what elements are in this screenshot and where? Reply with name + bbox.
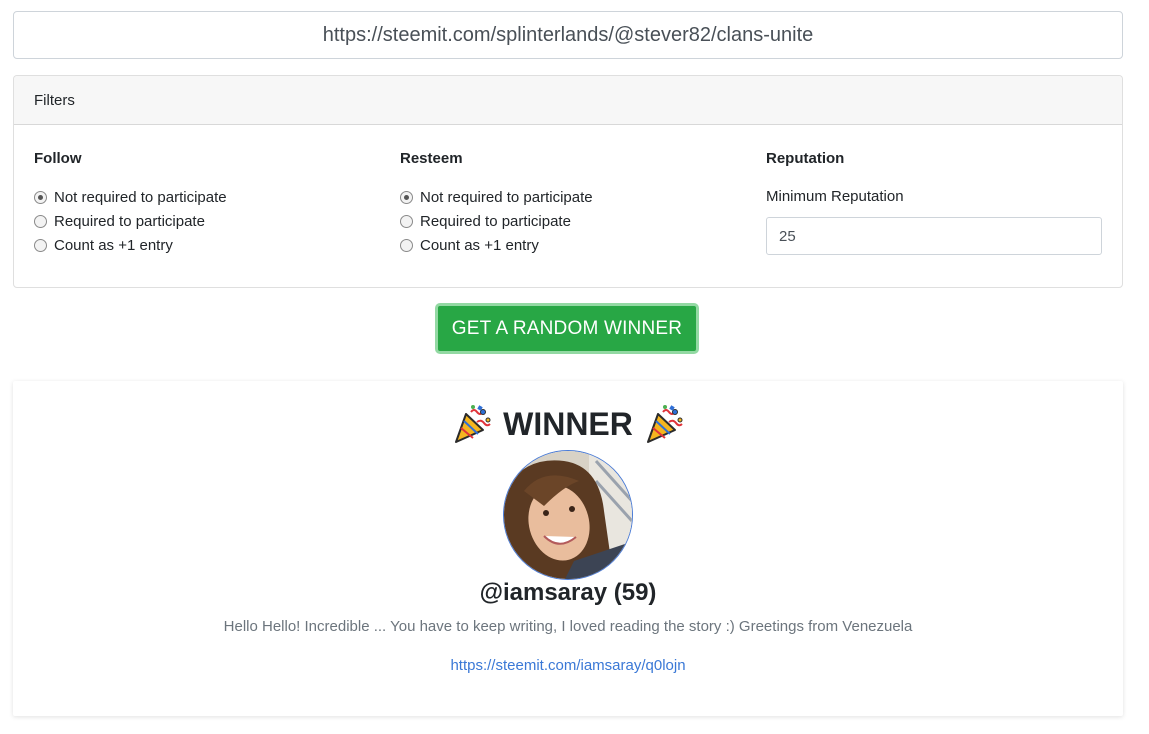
radio-button[interactable] xyxy=(400,190,413,204)
avatar-photo xyxy=(504,451,632,579)
winner-comment-link[interactable]: https://steemit.com/iamsaray/q0lojn xyxy=(450,657,685,674)
winner-link-container: https://steemit.com/iamsaray/q0lojn xyxy=(13,657,1123,674)
radio-button[interactable] xyxy=(400,214,413,228)
radio-button[interactable] xyxy=(400,238,413,252)
party-popper-icon xyxy=(455,405,491,443)
follow-option-label: Not required to participate xyxy=(54,188,227,206)
resteem-option-label: Required to participate xyxy=(420,212,571,230)
follow-option-not-required[interactable]: Not required to participate xyxy=(34,185,227,209)
radio-button[interactable] xyxy=(34,238,47,252)
post-url-input[interactable] xyxy=(13,11,1123,59)
resteem-option-extra-entry[interactable]: Count as +1 entry xyxy=(400,233,593,257)
winner-comment: Hello Hello! Incredible ... You have to … xyxy=(223,618,913,635)
resteem-title: Resteem xyxy=(400,150,463,167)
winner-avatar xyxy=(503,450,633,580)
min-reputation-label: Minimum Reputation xyxy=(766,188,904,205)
party-popper-icon xyxy=(646,405,683,443)
follow-option-extra-entry[interactable]: Count as +1 entry xyxy=(34,233,227,257)
follow-title: Follow xyxy=(34,150,82,167)
resteem-option-label: Not required to participate xyxy=(420,188,593,206)
follow-filter: Follow Not required to participate Requi… xyxy=(34,149,227,257)
get-random-winner-button[interactable]: GET A RANDOM WINNER xyxy=(435,303,699,354)
winner-username: @iamsaray (59) xyxy=(479,579,657,606)
winner-heading: WINNER xyxy=(13,401,1123,447)
min-reputation-input[interactable] xyxy=(766,217,1102,255)
resteem-filter: Resteem Not required to participate Requ… xyxy=(400,149,593,257)
follow-option-label: Count as +1 entry xyxy=(54,236,173,254)
winner-title: WINNER xyxy=(503,405,633,442)
reputation-filter: Reputation Minimum Reputation xyxy=(766,149,1103,255)
radio-button[interactable] xyxy=(34,190,47,204)
resteem-option-required[interactable]: Required to participate xyxy=(400,209,593,233)
resteem-option-label: Count as +1 entry xyxy=(420,236,539,254)
reputation-title: Reputation xyxy=(766,150,845,167)
filters-header: Filters xyxy=(14,76,1122,125)
winner-card: WINNER @iamsaray (59) Hello Hello! Incre… xyxy=(13,381,1123,716)
resteem-option-not-required[interactable]: Not required to participate xyxy=(400,185,593,209)
filters-card: Filters Follow Not required to participa… xyxy=(13,75,1123,288)
radio-button[interactable] xyxy=(34,214,47,228)
follow-option-label: Required to participate xyxy=(54,212,205,230)
follow-option-required[interactable]: Required to participate xyxy=(34,209,227,233)
